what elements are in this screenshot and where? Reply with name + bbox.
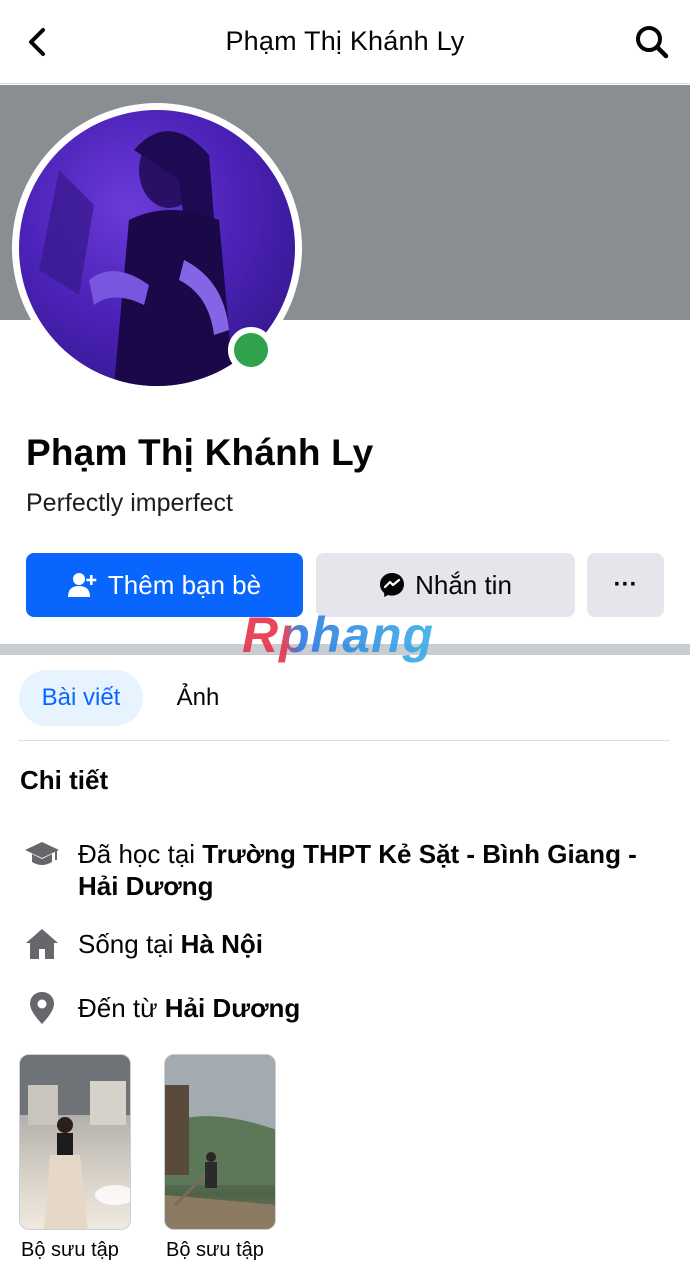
detail-lives-in-prefix: Sống tại <box>78 929 181 959</box>
detail-lives-in: Sống tại Hà Nội <box>78 928 668 960</box>
messenger-icon <box>380 573 405 597</box>
tab-posts[interactable]: Bài viết <box>19 670 143 726</box>
tab-posts-label: Bài viết <box>41 684 121 711</box>
tab-photos-label: Ảnh <box>176 684 220 711</box>
tabs-divider <box>18 740 670 741</box>
collection-card[interactable] <box>164 1054 276 1230</box>
collection-label: Bộ sưu tập <box>166 1239 264 1261</box>
location-pin-icon <box>30 992 54 1024</box>
collection-label: Bộ sưu tập <box>21 1239 119 1261</box>
details-heading: Chi tiết <box>20 765 109 795</box>
profile-bio: Perfectly imperfect <box>26 489 234 517</box>
detail-from-value[interactable]: Hải Dương <box>165 993 301 1023</box>
detail-education-prefix: Đã học tại <box>78 839 203 869</box>
top-nav-bar: Phạm Thị Khánh Ly <box>0 0 690 84</box>
graduation-cap-icon <box>25 842 59 865</box>
collection-card[interactable] <box>19 1054 131 1230</box>
detail-lives-in-value[interactable]: Hà Nội <box>181 929 263 959</box>
add-friend-icon <box>67 573 97 597</box>
more-icon: ··· <box>613 571 638 598</box>
page-title: Phạm Thị Khánh Ly <box>225 26 465 56</box>
message-label: Nhắn tin <box>415 569 512 600</box>
detail-from-prefix: Đến từ <box>78 993 165 1023</box>
add-friend-label: Thêm bạn bè <box>107 569 262 600</box>
home-icon <box>26 929 58 959</box>
detail-from: Đến từ Hải Dương <box>78 992 668 1024</box>
collection-photo <box>165 1055 275 1229</box>
profile-name: Phạm Thị Khánh Ly <box>26 432 374 473</box>
tab-photos[interactable]: Ảnh <box>160 670 236 726</box>
detail-education: Đã học tại Trường THPT Kẻ Sặt - Bình Gia… <box>78 838 668 902</box>
search-button[interactable] <box>632 22 672 62</box>
watermark-logo: Rphang <box>242 607 435 663</box>
collection-photo <box>20 1055 130 1229</box>
search-icon <box>636 26 669 59</box>
more-options-button[interactable]: ··· <box>587 553 664 617</box>
online-status-indicator <box>228 327 274 373</box>
